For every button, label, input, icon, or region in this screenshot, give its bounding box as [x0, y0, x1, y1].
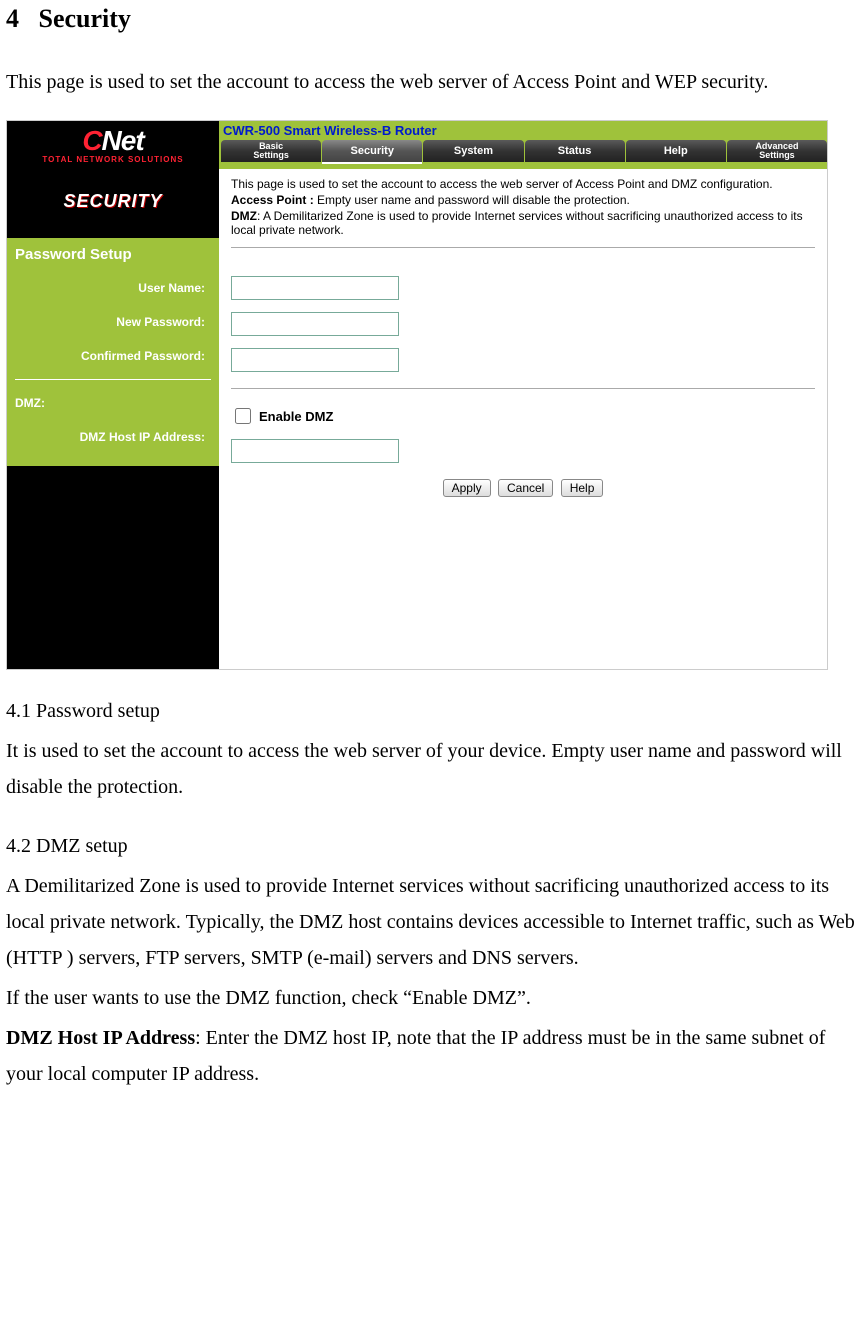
- router-admin-screenshot: CNet TOTAL NETWORK SOLUTIONS CWR-500 Sma…: [6, 120, 828, 670]
- tab-help[interactable]: Help: [626, 140, 726, 162]
- enable-dmz-checkbox[interactable]: [235, 408, 251, 424]
- tab-security[interactable]: Security: [322, 140, 422, 162]
- logo-text: CNet: [82, 127, 143, 155]
- logo-c: C: [82, 125, 101, 156]
- confirmed-password-input[interactable]: [231, 348, 399, 372]
- apply-button[interactable]: Apply: [443, 479, 491, 497]
- help-button[interactable]: Help: [561, 479, 604, 497]
- new-password-input[interactable]: [231, 312, 399, 336]
- user-name-label: User Name:: [15, 271, 211, 305]
- dmz-desc-label: DMZ: [231, 209, 257, 223]
- cancel-button[interactable]: Cancel: [498, 479, 553, 497]
- router-model-title: CWR-500 Smart Wireless-B Router: [219, 121, 827, 140]
- tab-advanced-settings[interactable]: AdvancedSettings: [727, 140, 827, 162]
- dmz-host-ip-label: DMZ Host IP Address:: [15, 420, 211, 454]
- dmz-label: DMZ:: [15, 386, 211, 420]
- logo-rest: Net: [102, 125, 144, 156]
- router-header-right: CWR-500 Smart Wireless-B Router BasicSet…: [219, 121, 827, 169]
- intro-paragraph: This page is used to set the account to …: [6, 64, 860, 100]
- section-heading: 4 Security: [6, 4, 860, 34]
- user-name-input[interactable]: [231, 276, 399, 300]
- section-number: 4: [6, 4, 19, 33]
- content-line-dmz: DMZ: A Demilitarized Zone is used to pro…: [231, 209, 815, 237]
- tab-status[interactable]: Status: [525, 140, 625, 162]
- router-top-bar: CNet TOTAL NETWORK SOLUTIONS CWR-500 Sma…: [7, 121, 827, 169]
- subsection-4-2-text-2: If the user wants to use the DMZ functio…: [6, 980, 860, 1016]
- button-row: Apply Cancel Help: [231, 469, 815, 497]
- subsection-4-1-text: It is used to set the account to access …: [6, 733, 860, 805]
- subsection-4-2-heading: 4.2 DMZ setup: [6, 835, 860, 858]
- password-setup-label: Password Setup: [15, 246, 211, 263]
- router-sidebar: SECURITY Password Setup User Name: New P…: [7, 169, 219, 669]
- tab-system[interactable]: System: [423, 140, 523, 162]
- logo-tagline: TOTAL NETWORK SOLUTIONS: [42, 155, 183, 164]
- confirmed-password-label: Confirmed Password:: [15, 339, 211, 373]
- router-tabs: BasicSettings Security System Status Hel…: [219, 140, 827, 162]
- router-logo: CNet TOTAL NETWORK SOLUTIONS: [7, 121, 219, 169]
- ap-label: Access Point :: [231, 193, 314, 207]
- ap-text: Empty user name and password will disabl…: [314, 193, 630, 207]
- sidebar-title: SECURITY: [7, 169, 219, 238]
- content-line-ap: Access Point : Empty user name and passw…: [231, 193, 815, 207]
- section-title-text: Security: [39, 4, 131, 33]
- subsection-4-2-text-3: DMZ Host IP Address: Enter the DMZ host …: [6, 1020, 860, 1092]
- dmz-host-ip-address-label: DMZ Host IP Address: [6, 1027, 195, 1049]
- dmz-desc-text: : A Demilitarized Zone is used to provid…: [231, 209, 803, 237]
- subsection-4-1-heading: 4.1 Password setup: [6, 700, 860, 723]
- tab-basic-settings[interactable]: BasicSettings: [221, 140, 321, 162]
- content-line-1: This page is used to set the account to …: [231, 177, 815, 191]
- router-content: This page is used to set the account to …: [219, 169, 827, 669]
- new-password-label: New Password:: [15, 305, 211, 339]
- enable-dmz-label: Enable DMZ: [259, 409, 333, 424]
- subsection-4-2-text-1: A Demilitarized Zone is used to provide …: [6, 868, 860, 976]
- dmz-host-ip-input[interactable]: [231, 439, 399, 463]
